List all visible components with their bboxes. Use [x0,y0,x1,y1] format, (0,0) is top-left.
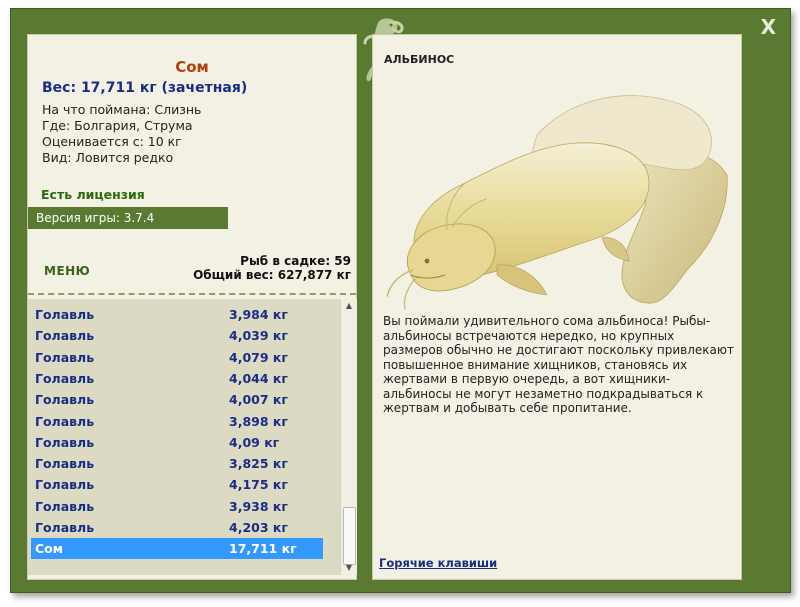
catch-row-name: Голавль [35,392,95,408]
left-panel: Сом Вес: 17,711 кг (зачетная) На что пой… [27,34,357,580]
catch-list-row[interactable]: Голавль 3,825 кг [31,453,323,474]
dialog-frame: X Сом Вес: 17,711 кг (зачетная) На что п… [10,8,791,593]
right-panel: АЛЬБИНОС Вы поймали удивительного сома а… [372,34,742,580]
stats: Рыб в садке: 59 Общий вес: 627,877 кг [193,254,351,282]
catch-row-name: Голавль [35,434,95,450]
valued-from: Оценивается с: 10 кг [42,134,182,149]
catch-list-row[interactable]: Голавль 3,898 кг [31,411,323,432]
scroll-thumb[interactable] [343,507,356,565]
catch-row-weight: 4,203 кг [229,520,288,535]
albino-description: Вы поймали удивительного сома альбиноса!… [383,314,734,415]
catch-row-name: Голавль [35,370,95,386]
fish-count: Рыб в садке: 59 [240,254,351,268]
catch-row-weight: 3,984 кг [229,307,288,322]
catch-list-row[interactable]: Голавль 4,039 кг [31,325,323,346]
catch-row-name: Голавль [35,456,95,472]
catch-row-name: Голавль [35,477,95,493]
catch-list-row[interactable]: Голавль 4,044 кг [31,368,323,389]
catch-row-name: Сом [35,541,63,557]
catch-row-weight: 3,898 кг [229,413,288,429]
catch-row-weight: 4,175 кг [229,477,288,493]
catch-row-name: Голавль [35,413,95,429]
scroll-down-icon[interactable]: ▼ [341,561,357,575]
catch-row-name: Голавль [35,498,95,514]
catch-list-row[interactable]: Голавль 3,938 кг [31,496,323,517]
catch-list-row[interactable]: Голавль 4,09 кг [31,432,323,453]
license-status: Есть лицензия [41,187,145,202]
catch-row-weight: 4,039 кг [229,328,288,344]
list-scrollbar[interactable]: ▲ ▼ [340,299,357,575]
total-weight: Общий вес: 627,877 кг [193,268,351,282]
menu-button[interactable]: МЕНЮ [44,264,90,278]
catch-row-weight: 17,711 кг [229,541,297,557]
catch-row-weight: 4,007 кг [229,392,288,408]
albino-catfish-image [387,95,728,310]
catch-row-weight: 4,09 кг [229,434,280,450]
catch-row-weight: 4,044 кг [229,370,288,386]
catch-list-row[interactable]: Голавль 4,175 кг [31,474,323,495]
catch-row-name: Голавль [35,328,95,344]
catch-list-row[interactable]: Голавль 4,079 кг [31,347,323,368]
fish-weight: Вес: 17,711 кг (зачетная) [42,80,248,96]
catch-row-name: Голавль [35,307,95,322]
scroll-up-icon[interactable]: ▲ [341,299,357,313]
catch-row-name: Голавль [35,349,95,365]
catch-list-row[interactable]: Голавль 4,007 кг [31,389,323,410]
location: Где: Болгария, Струма [42,118,193,133]
rarity: Вид: Ловится редко [42,150,174,165]
catch-row-name: Голавль [35,520,95,535]
catch-list-row[interactable]: Голавль 3,984 кг [31,304,323,325]
catch-row-weight: 3,825 кг [229,456,288,472]
caught-with: На что поймана: Слизнь [42,102,202,117]
hotkeys-link[interactable]: Горячие клавиши [379,556,497,570]
fish-name: Сом [175,58,209,76]
catch-list-row[interactable]: Сом 17,711 кг [31,538,323,560]
dashed-divider [28,293,356,295]
close-button[interactable]: X [761,17,776,37]
catch-list-row[interactable]: Голавль 4,203 кг [31,517,323,538]
catch-list[interactable]: Голавль 3,984 кг Голавль 4,039 кг Голавль 4,0… [28,299,340,575]
version-bar: Версия игры: 3.7.4 [28,207,228,229]
catch-row-weight: 3,938 кг [229,498,288,514]
catch-row-weight: 4,079 кг [229,349,288,365]
